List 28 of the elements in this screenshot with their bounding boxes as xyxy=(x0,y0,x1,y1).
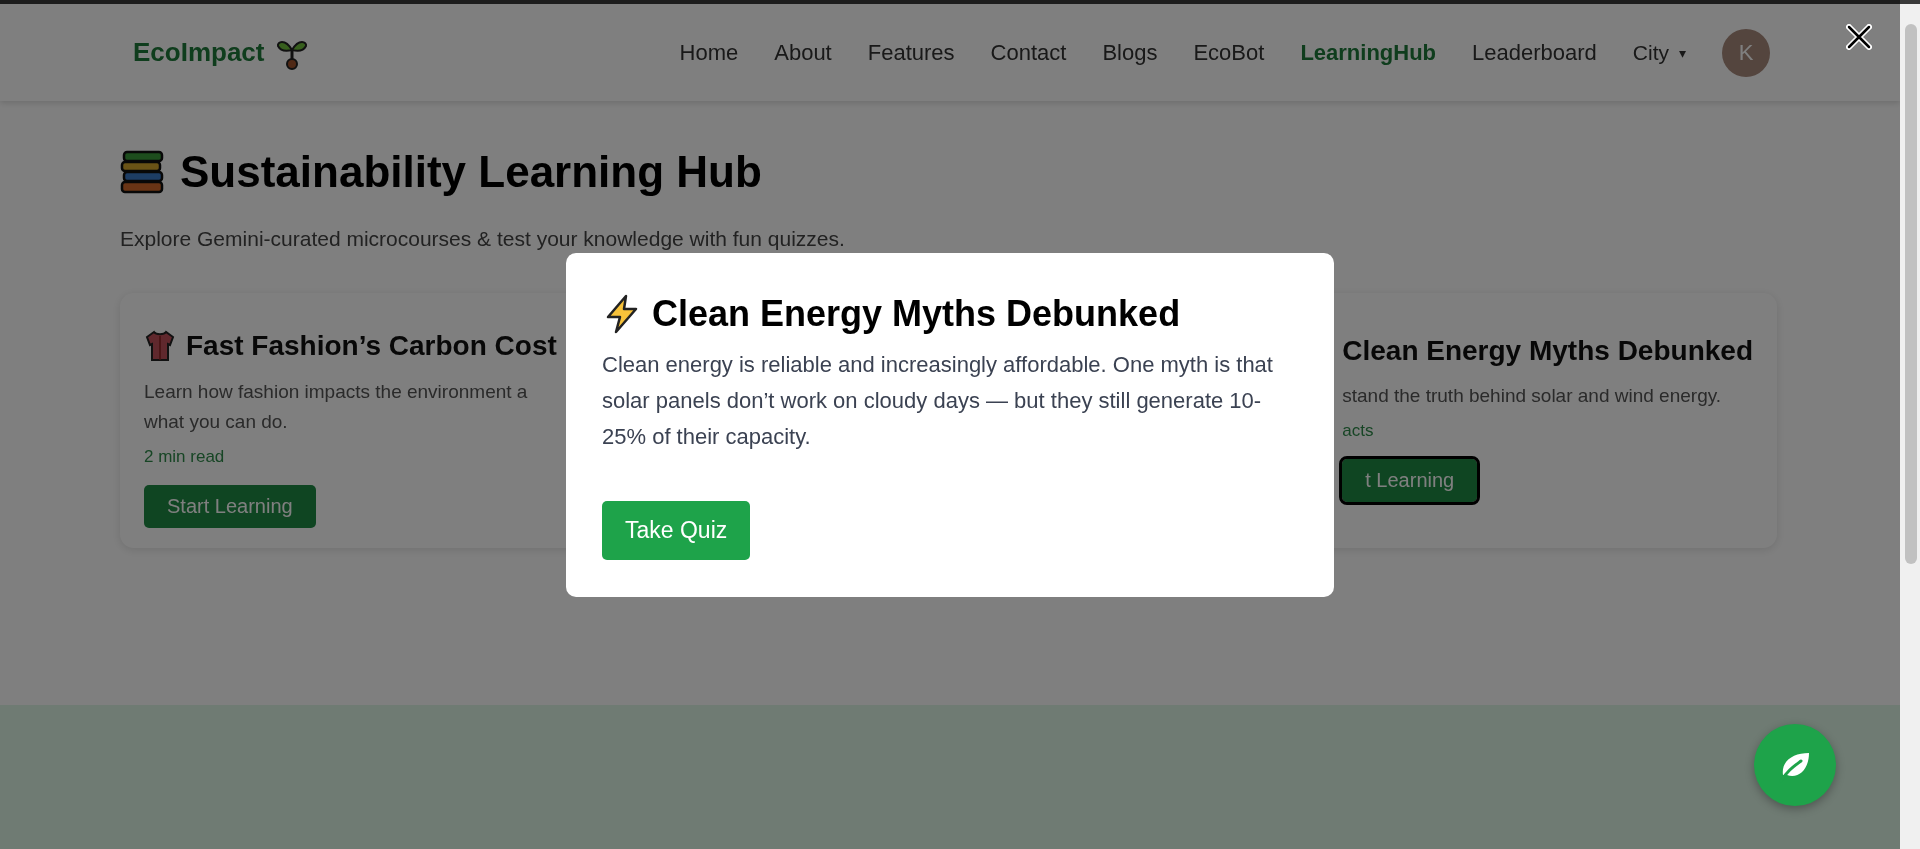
nav-link[interactable]: LearningHub xyxy=(1300,39,1437,66)
take-quiz-button[interactable]: Take Quiz xyxy=(602,500,751,560)
nav-link[interactable]: Features xyxy=(867,39,955,66)
city-dropdown[interactable]: City ▾ xyxy=(1632,40,1686,65)
modal-body: Clean energy is reliable and increasingly affordable. One myth is that solar panels don’t work on cloudy days — but they still generate 10-25% of their capacity. xyxy=(602,350,1274,451)
avatar[interactable]: K xyxy=(1722,28,1770,77)
logo-text[interactable]: EcoImpact xyxy=(133,37,265,68)
card-meta: 2 min read xyxy=(144,447,226,467)
nav-link[interactable]: Leaderboard xyxy=(1472,39,1597,66)
nav-link[interactable]: EcoBot xyxy=(1193,39,1265,66)
nav-link[interactable]: Blogs xyxy=(1102,39,1158,66)
card-meta: acts xyxy=(1342,421,1375,441)
modal-title: Clean Energy Myths Debunked xyxy=(652,292,1181,335)
page-title: Sustainability Learning Hub xyxy=(180,147,762,197)
nav-link[interactable]: Home xyxy=(679,39,739,66)
page-subtitle: Explore Gemini-curated microcourses & test your knowledge with fun quizzes. xyxy=(120,227,846,251)
card-title: Fast Fashion’s Carbon Cost xyxy=(186,330,557,362)
books-icon xyxy=(120,149,166,195)
start-learning-button[interactable]: t Learning xyxy=(1342,459,1478,502)
card-description: Learn how fashion impacts the environment a what you can do. xyxy=(144,380,528,434)
scrollbar[interactable] xyxy=(1900,4,1920,849)
shirt-icon xyxy=(144,329,176,363)
nav-link[interactable]: Contact xyxy=(990,39,1067,66)
start-learning-button[interactable]: Start Learning xyxy=(144,485,316,528)
card-title: Clean Energy Myths Debunked xyxy=(1342,335,1753,367)
nav-link[interactable]: About xyxy=(774,39,832,66)
card-description: stand the truth behind solar and wind energy. xyxy=(1342,384,1722,408)
close-icon[interactable] xyxy=(1846,24,1872,50)
